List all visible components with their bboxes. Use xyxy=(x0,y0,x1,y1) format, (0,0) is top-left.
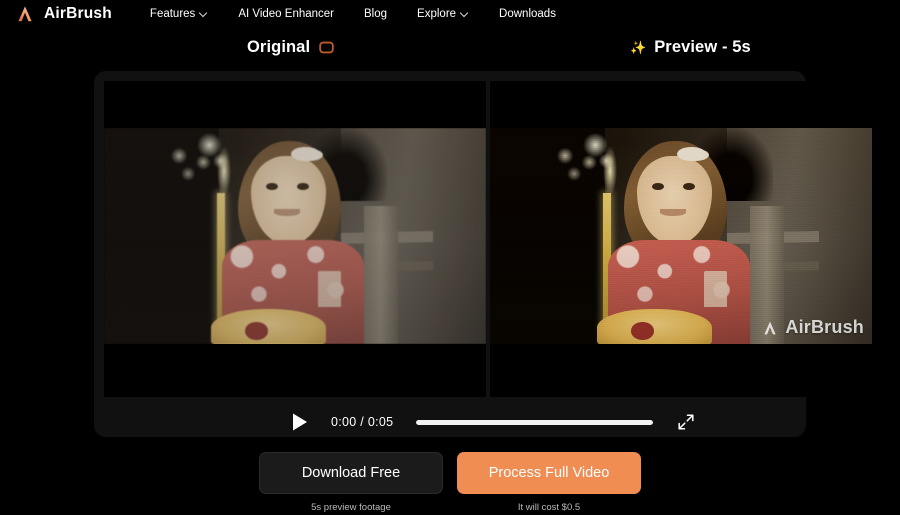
sparkle-icon: ✨ xyxy=(630,40,647,55)
chevron-down-icon xyxy=(200,9,208,17)
preview-label: Preview - 5s xyxy=(654,38,751,56)
nav-item-explore[interactable]: Explore xyxy=(417,8,469,20)
nav-item-downloads[interactable]: Downloads xyxy=(499,8,556,20)
original-video[interactable] xyxy=(104,81,486,397)
top-navigation-bar: AirBrush Features AI Video Enhancer Blog… xyxy=(0,0,900,28)
brand-name: AirBrush xyxy=(44,5,112,22)
original-video-frame xyxy=(104,128,486,344)
preview-video[interactable]: AirBrush xyxy=(490,81,872,397)
action-buttons-row: Download Free 5s preview footage Process… xyxy=(0,452,900,513)
download-hint: 5s preview footage xyxy=(311,502,391,513)
swap-compare-icon[interactable] xyxy=(318,39,335,56)
progress-bar[interactable] xyxy=(416,419,654,425)
airbrush-chevron-logo-icon xyxy=(14,3,36,25)
chevron-down-icon xyxy=(461,9,469,17)
video-compare-panel: AirBrush 0:00 / 0:05 xyxy=(94,71,872,437)
brand-logo-link[interactable]: AirBrush xyxy=(14,3,112,25)
progress-bar-fill xyxy=(416,419,654,425)
expand-fullscreen-icon[interactable] xyxy=(677,413,695,431)
preview-video-image xyxy=(490,128,872,344)
preview-label-group: ✨ Preview - 5s xyxy=(630,38,751,57)
process-full-video-button[interactable]: Process Full Video xyxy=(457,452,641,494)
video-pair: AirBrush xyxy=(104,81,872,397)
nav-label-features: Features xyxy=(149,8,196,20)
original-label: Original xyxy=(247,38,311,56)
download-action-group: Download Free 5s preview footage xyxy=(259,452,443,513)
nav-label-explore: Explore xyxy=(417,8,457,20)
download-free-button[interactable]: Download Free xyxy=(259,452,443,494)
play-icon[interactable] xyxy=(289,411,311,433)
process-action-group: Process Full Video It will cost $0.5 xyxy=(457,452,641,513)
nav-item-ai-video-enhancer[interactable]: AI Video Enhancer xyxy=(238,8,334,20)
process-hint: It will cost $0.5 xyxy=(517,502,581,513)
preview-video-frame: AirBrush xyxy=(490,128,872,344)
comparison-labels-row: Original ✨ Preview - 5s xyxy=(0,38,900,68)
nav-item-blog[interactable]: Blog xyxy=(364,8,387,20)
nav-label-ai-video-enhancer: AI Video Enhancer xyxy=(238,8,335,20)
time-display: 0:00 / 0:05 xyxy=(331,415,394,429)
nav-item-features[interactable]: Features xyxy=(150,8,208,20)
nav-label-blog: Blog xyxy=(364,8,388,20)
original-label-group: Original xyxy=(247,38,335,57)
nav-label-downloads: Downloads xyxy=(499,8,556,20)
player-controls: 0:00 / 0:05 xyxy=(104,397,796,447)
original-video-image xyxy=(104,128,486,344)
main-nav: Features AI Video Enhancer Blog Explore … xyxy=(150,8,556,20)
